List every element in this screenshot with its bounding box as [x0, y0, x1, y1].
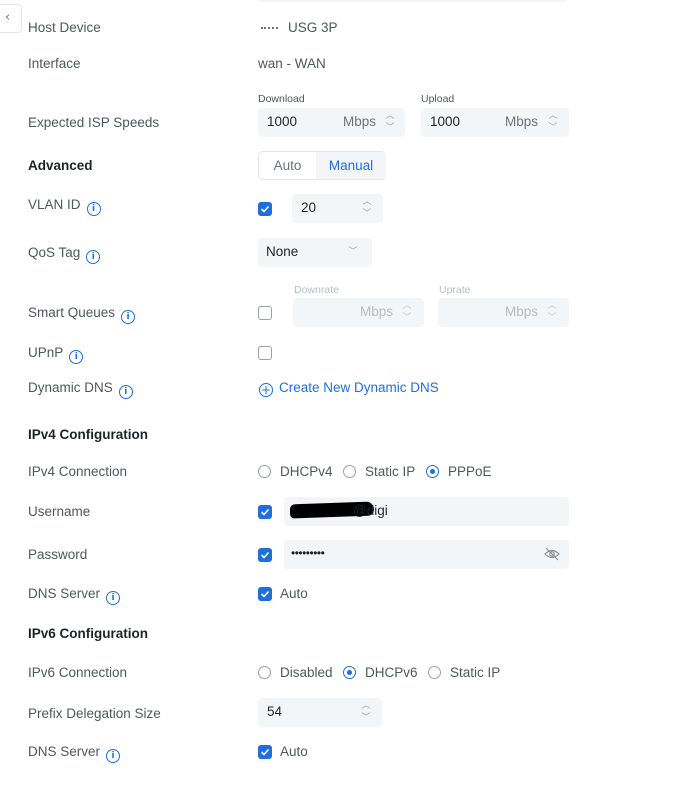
download-input[interactable]: 1000 Mbps ︿ ﹀: [258, 108, 405, 137]
ipv4-dns-auto-label: Auto: [280, 586, 308, 601]
upload-value: 1000: [430, 114, 461, 129]
info-icon[interactable]: i: [106, 749, 121, 763]
ipv4-dhcp-label[interactable]: DHCPv4: [280, 464, 333, 479]
password-checkbox[interactable]: [258, 548, 272, 562]
back-button[interactable]: ‹: [0, 4, 22, 33]
upload-input[interactable]: 1000 Mbps ︿ ﹀: [421, 108, 569, 137]
ipv6-dhcpv6-radio[interactable]: [343, 666, 356, 679]
info-icon[interactable]: i: [106, 591, 121, 605]
chevron-down-icon[interactable]: ﹀: [548, 124, 558, 133]
smart-queues-label: Smart Queues i: [28, 305, 136, 324]
password-label: Password: [28, 547, 88, 562]
eye-off-icon[interactable]: [544, 547, 560, 564]
smart-queues-checkbox[interactable]: [258, 306, 272, 320]
ipv4-pppoe-label[interactable]: PPPoE: [448, 464, 492, 479]
password-input[interactable]: •••••••••: [284, 540, 569, 569]
upload-label: Upload: [421, 93, 455, 105]
ipv4-dns-server-label: DNS Server i: [28, 586, 121, 605]
prefix-delegation-label: Prefix Delegation Size: [28, 706, 161, 721]
ipv6-heading: IPv6 Configuration: [28, 626, 149, 641]
uprate-unit: Mbps: [505, 304, 539, 319]
ipv6-static-label[interactable]: Static IP: [450, 665, 500, 680]
ipv6-connection-label: IPv6 Connection: [28, 665, 128, 680]
plus-circle-icon: +: [259, 383, 273, 397]
chevron-down-icon[interactable]: ﹀: [361, 714, 371, 723]
vlan-id-input[interactable]: 20 ︿ ﹀: [292, 194, 383, 223]
create-dynamic-dns-link[interactable]: + Create New Dynamic DNS: [259, 380, 439, 397]
chevron-down-icon[interactable]: ﹀: [385, 124, 395, 133]
downrate-unit: Mbps: [360, 304, 394, 319]
chevron-up-icon[interactable]: ︿: [547, 302, 557, 311]
host-device-label: Host Device: [28, 20, 101, 35]
username-value: @digi: [353, 503, 388, 518]
ipv4-static-radio[interactable]: [343, 465, 356, 478]
chevron-down-icon[interactable]: ﹀: [402, 314, 412, 323]
upnp-label: UPnP i: [28, 345, 84, 364]
vlan-id-value: 20: [301, 200, 317, 215]
chevron-down-icon[interactable]: ﹀: [547, 314, 557, 323]
downrate-label: Downrate: [294, 284, 339, 296]
download-value: 1000: [267, 114, 298, 129]
ipv4-dhcp-radio[interactable]: [258, 465, 271, 478]
info-icon[interactable]: i: [86, 202, 101, 216]
chevron-up-icon[interactable]: ︿: [385, 112, 395, 121]
prefix-delegation-value: 54: [267, 704, 283, 719]
interface-value: wan - WAN: [258, 56, 326, 71]
ipv6-disabled-radio[interactable]: [258, 666, 271, 679]
advanced-auto-option[interactable]: Auto: [259, 152, 316, 179]
interface-label: Interface: [28, 56, 81, 71]
username-checkbox[interactable]: [258, 505, 272, 519]
info-icon[interactable]: i: [121, 310, 136, 324]
uprate-label: Uprate: [439, 284, 471, 296]
qos-tag-select[interactable]: None ﹀: [258, 238, 372, 267]
info-icon[interactable]: i: [69, 350, 84, 364]
advanced-segmented-control: Auto Manual: [258, 151, 386, 180]
vlan-id-label: VLAN ID i: [28, 197, 101, 216]
ipv4-static-label[interactable]: Static IP: [365, 464, 415, 479]
password-value: •••••••••: [291, 546, 325, 560]
download-unit: Mbps: [343, 114, 377, 129]
ipv6-dns-auto-checkbox[interactable]: [258, 745, 272, 759]
ipv4-dns-auto-checkbox[interactable]: [258, 587, 272, 601]
isp-speeds-label: Expected ISP Speeds: [28, 115, 160, 130]
uprate-input[interactable]: Mbps ︿ ﹀: [438, 298, 569, 327]
ipv6-dhcpv6-label[interactable]: DHCPv6: [365, 665, 418, 680]
ipv6-dns-auto-label: Auto: [280, 744, 308, 759]
prefix-delegation-input[interactable]: 54 ︿ ﹀: [258, 698, 382, 727]
username-label: Username: [28, 504, 91, 519]
vlan-id-checkbox[interactable]: [258, 202, 272, 216]
device-icon: [261, 27, 278, 32]
chevron-up-icon[interactable]: ︿: [548, 112, 558, 121]
chevron-down-icon: ﹀: [348, 247, 358, 257]
ipv4-connection-label: IPv4 Connection: [28, 464, 128, 479]
chevron-up-icon[interactable]: ︿: [402, 302, 412, 311]
host-device-value: USG 3P: [288, 20, 338, 35]
dynamic-dns-label: Dynamic DNS i: [28, 380, 133, 399]
top-field-remnant: [258, 0, 568, 2]
advanced-manual-option[interactable]: Manual: [316, 152, 386, 179]
ipv4-heading: IPv4 Configuration: [28, 427, 149, 442]
username-input[interactable]: @digi: [284, 497, 569, 526]
advanced-label: Advanced: [28, 158, 93, 173]
upload-unit: Mbps: [505, 114, 539, 129]
chevron-left-icon: ‹: [5, 10, 11, 25]
downrate-input[interactable]: Mbps ︿ ﹀: [293, 298, 424, 327]
chevron-up-icon[interactable]: ︿: [362, 198, 372, 207]
ipv6-dns-server-label: DNS Server i: [28, 744, 121, 763]
upnp-checkbox[interactable]: [258, 346, 272, 360]
ipv6-static-radio[interactable]: [428, 666, 441, 679]
ipv4-pppoe-radio[interactable]: [426, 465, 439, 478]
qos-tag-label: QoS Tag i: [28, 245, 101, 264]
chevron-down-icon[interactable]: ﹀: [362, 210, 372, 219]
qos-tag-value: None: [266, 244, 299, 259]
ipv6-disabled-label[interactable]: Disabled: [280, 665, 333, 680]
info-icon[interactable]: i: [118, 385, 133, 399]
info-icon[interactable]: i: [86, 250, 101, 264]
chevron-up-icon[interactable]: ︿: [361, 702, 371, 711]
download-label: Download: [258, 93, 305, 105]
